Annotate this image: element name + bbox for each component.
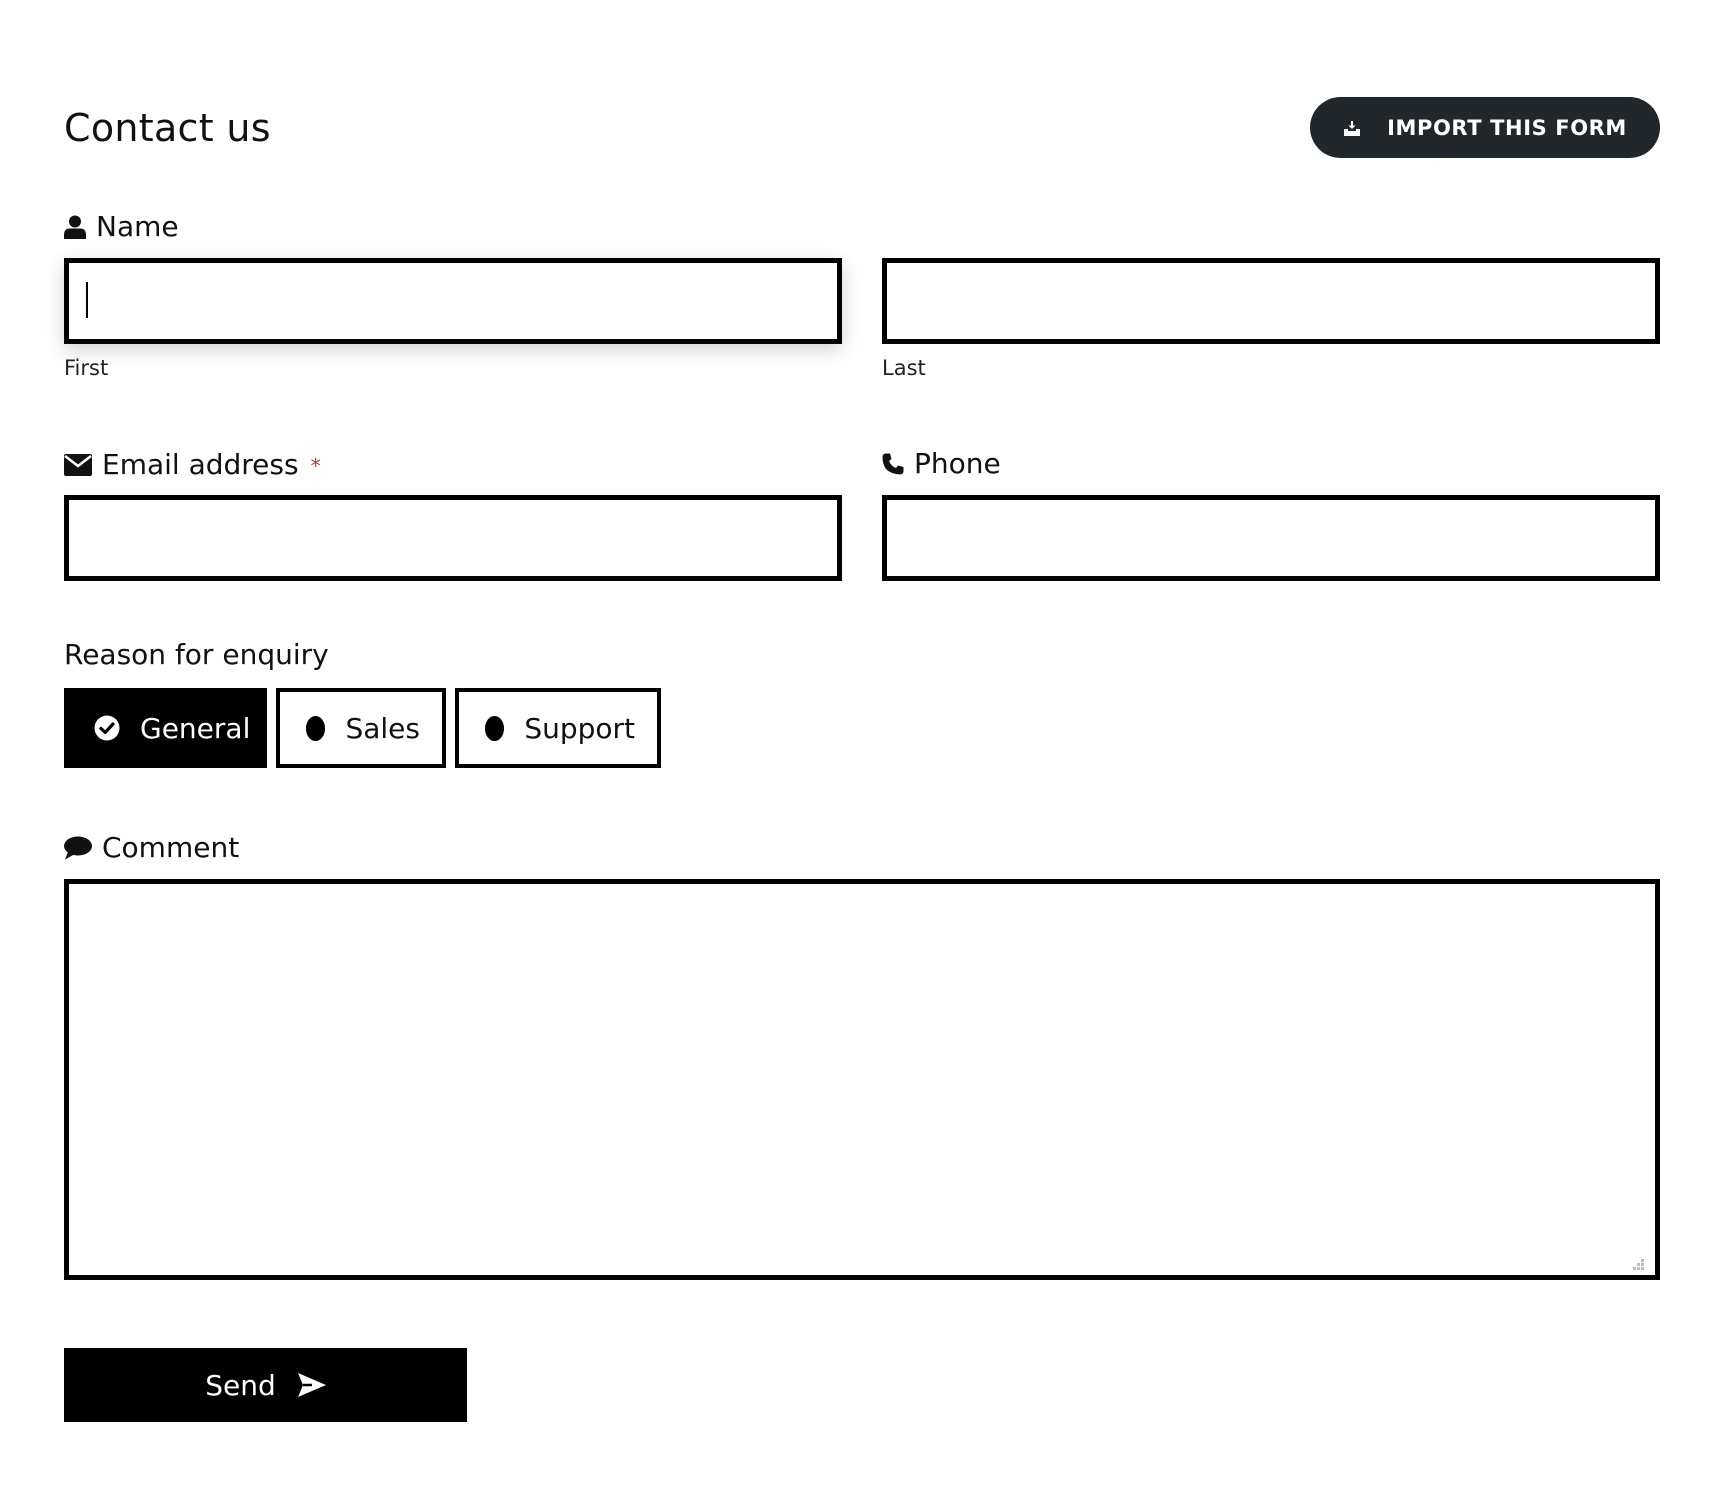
user-icon xyxy=(64,215,86,239)
resize-grip-icon[interactable] xyxy=(1629,1255,1645,1271)
name-label: Name xyxy=(64,210,179,244)
comment-label-text: Comment xyxy=(102,831,240,864)
radio-dot-icon xyxy=(485,715,505,741)
text-caret xyxy=(86,282,88,318)
reason-option-sales[interactable]: Sales xyxy=(276,688,446,768)
radio-dot-icon xyxy=(306,715,326,741)
last-name-sublabel: Last xyxy=(882,356,926,380)
reason-option-general[interactable]: General xyxy=(64,688,267,768)
check-circle-icon xyxy=(94,715,120,741)
first-name-sublabel: First xyxy=(64,356,109,380)
last-name-input[interactable] xyxy=(882,258,1660,344)
reason-label: Reason for enquiry xyxy=(64,638,329,672)
reason-option-label: General xyxy=(140,711,251,745)
reason-label-text: Reason for enquiry xyxy=(64,638,329,671)
name-label-text: Name xyxy=(96,210,179,243)
send-button-label: Send xyxy=(205,1368,276,1402)
email-label: Email address * xyxy=(64,447,321,483)
required-marker: * xyxy=(310,454,321,478)
import-form-button-label: IMPORT THIS FORM xyxy=(1387,115,1627,140)
paper-plane-icon xyxy=(297,1373,326,1397)
reason-option-label: Sales xyxy=(345,711,420,745)
inbox-download-icon xyxy=(1343,119,1361,137)
comment-textarea[interactable] xyxy=(64,879,1660,1280)
page-title: Contact us xyxy=(64,106,271,150)
phone-field[interactable] xyxy=(882,495,1660,581)
email-label-text: Email address xyxy=(102,448,299,481)
send-button[interactable]: Send xyxy=(64,1348,467,1422)
comment-label: Comment xyxy=(64,831,239,865)
import-form-button[interactable]: IMPORT THIS FORM xyxy=(1310,97,1660,158)
envelope-icon xyxy=(64,454,92,476)
reason-radio-group: General Sales Support xyxy=(64,688,661,768)
speech-bubble-icon xyxy=(64,836,92,860)
first-name-input[interactable] xyxy=(64,258,842,344)
reason-option-support[interactable]: Support xyxy=(455,688,661,768)
phone-icon xyxy=(882,453,904,475)
reason-option-label: Support xyxy=(524,711,635,745)
phone-label-text: Phone xyxy=(914,447,1001,480)
phone-label: Phone xyxy=(882,447,1001,481)
email-field[interactable] xyxy=(64,495,842,581)
